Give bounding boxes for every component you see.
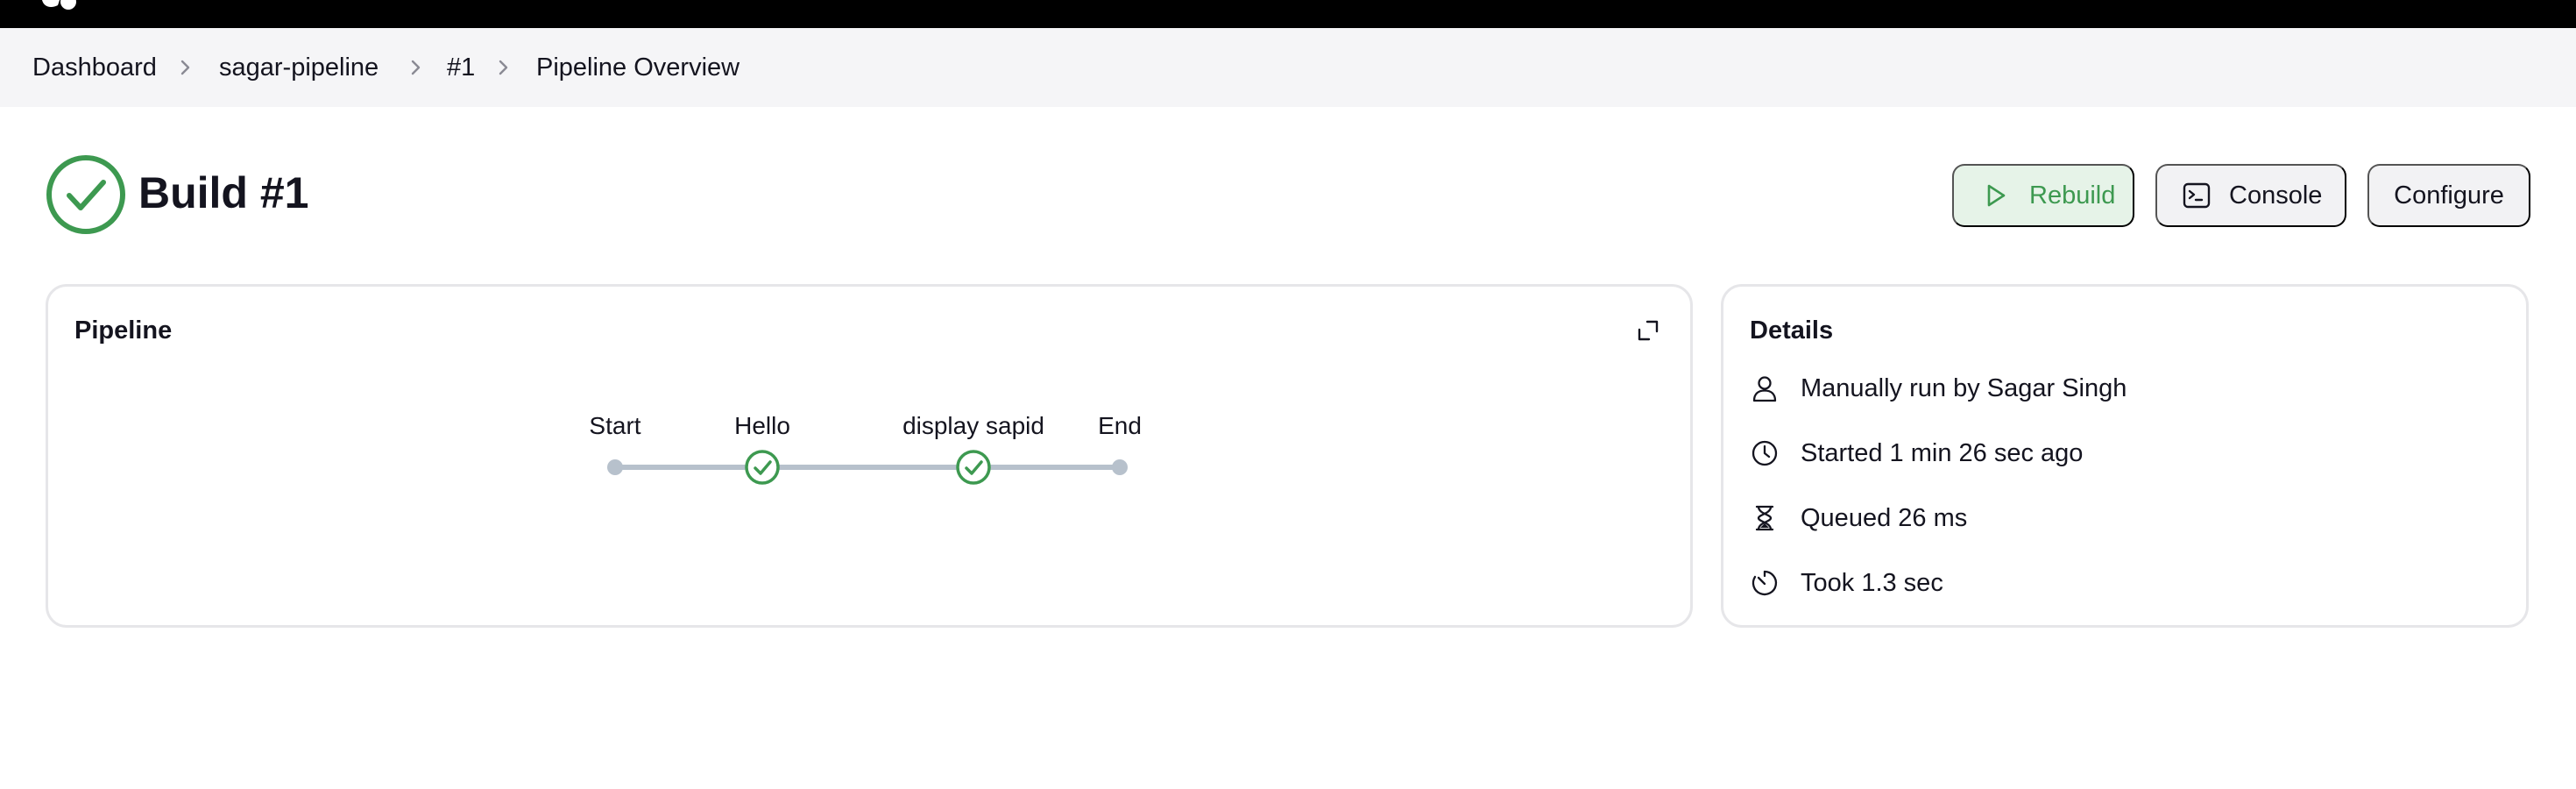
detail-row-run-by: Manually run by Sagar Singh xyxy=(1750,369,2127,408)
breadcrumb-pipeline-overview[interactable]: Pipeline Overview xyxy=(536,28,740,107)
pipeline-graph: Start Hello display sapid End xyxy=(589,412,1142,485)
run-by-text[interactable]: Manually run by Sagar Singh xyxy=(1801,374,2127,403)
chevron-right-icon xyxy=(180,60,190,75)
configure-button[interactable]: Configure xyxy=(2367,164,2530,227)
breadcrumb-sagar-pipeline[interactable]: sagar-pipeline xyxy=(219,28,379,107)
stage-hello[interactable]: Hello xyxy=(734,412,790,485)
success-check-icon xyxy=(46,155,125,234)
stage-label: End xyxy=(1098,412,1142,439)
started-text: Started 1 min 26 sec ago xyxy=(1801,438,2084,467)
detail-row-started: Started 1 min 26 sec ago xyxy=(1750,434,2083,473)
page-title: Build #1 xyxy=(138,168,309,217)
console-button[interactable]: Console xyxy=(2155,164,2346,227)
person-icon xyxy=(1752,376,1777,402)
play-icon xyxy=(1987,184,2006,207)
stage-display-sapid[interactable]: display sapid xyxy=(902,412,1044,485)
chevron-right-icon xyxy=(499,60,508,75)
queued-text: Queued 26 ms xyxy=(1801,503,1968,532)
rebuild-label: Rebuild xyxy=(2029,181,2116,210)
timer-icon xyxy=(1752,570,1778,596)
stage-success-icon xyxy=(745,450,780,485)
top-bar xyxy=(0,0,2576,28)
breadcrumb-dashboard[interactable]: Dashboard xyxy=(32,28,157,107)
terminal-icon xyxy=(2183,182,2211,209)
stage-label: Hello xyxy=(734,412,790,439)
took-text: Took 1.3 sec xyxy=(1801,568,1943,597)
stage-label: Start xyxy=(589,412,640,439)
console-label: Console xyxy=(2229,181,2323,210)
detail-row-queued: Queued 26 ms xyxy=(1750,499,1967,537)
hourglass-icon xyxy=(1755,505,1774,531)
detail-row-took: Took 1.3 sec xyxy=(1750,564,1943,602)
stage-success-icon xyxy=(956,450,991,485)
jenkins-logo[interactable] xyxy=(39,0,84,12)
clock-icon xyxy=(1752,440,1778,466)
stage-node-dot xyxy=(1112,459,1128,475)
breadcrumb-build-number[interactable]: #1 xyxy=(447,28,475,107)
chevron-right-icon xyxy=(411,60,421,75)
pipeline-card: Pipeline Start Hello display sapid End xyxy=(46,284,1693,628)
configure-label: Configure xyxy=(2394,181,2504,210)
breadcrumb: Dashboard sagar-pipeline #1 Pipeline Ove… xyxy=(0,28,2576,107)
stage-label: display sapid xyxy=(902,412,1044,439)
rebuild-button[interactable]: Rebuild xyxy=(1952,164,2134,227)
details-card: Details Manually run by Sagar Singh Star… xyxy=(1721,284,2529,628)
stage-node-dot xyxy=(607,459,623,475)
details-card-title: Details xyxy=(1750,316,1834,345)
